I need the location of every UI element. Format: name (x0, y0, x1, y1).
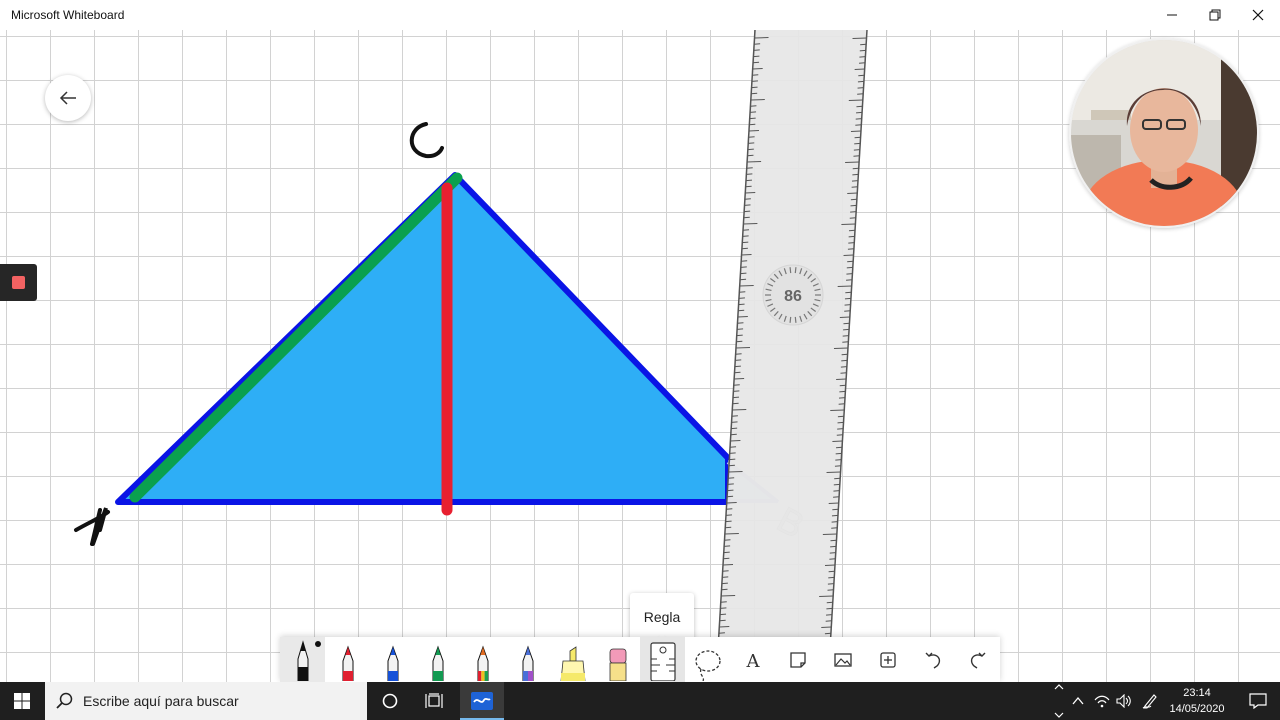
tool-settings-dot[interactable] (315, 641, 321, 647)
taskbar-scroll[interactable] (1052, 684, 1066, 718)
whiteboard-taskbar-app[interactable] (460, 682, 504, 720)
clock-date: 14/05/2020 (1169, 703, 1225, 715)
restore-icon (1209, 9, 1221, 21)
volume-button[interactable] (1112, 682, 1136, 720)
window-title: Microsoft Whiteboard (11, 8, 125, 22)
close-button[interactable] (1236, 0, 1280, 30)
taskbar-search[interactable]: Escribe aquí para buscar (45, 682, 367, 720)
image-icon (833, 652, 852, 667)
tool-redo[interactable] (955, 637, 1000, 682)
taskbar-clock[interactable]: 23:14 14/05/2020 (1164, 685, 1230, 717)
pen-icon (297, 639, 308, 681)
text-icon: A (745, 651, 760, 671)
add-icon (879, 651, 896, 668)
clock-time: 23:14 (1183, 687, 1211, 699)
windows-taskbar: Escribe aquí para buscar 23:14 14/05/202… (0, 682, 1280, 720)
wifi-icon (1094, 695, 1110, 708)
pen-icon (522, 645, 533, 681)
tool-pen-galaxy[interactable] (505, 637, 550, 682)
notification-icon (1249, 693, 1267, 709)
tool-highlighter[interactable] (550, 637, 595, 682)
tool-pen-rainbow[interactable] (460, 637, 505, 682)
tool-ruler[interactable] (640, 637, 685, 682)
action-center-button[interactable] (1236, 682, 1280, 720)
close-icon (1252, 9, 1264, 21)
search-icon (56, 692, 73, 709)
search-placeholder: Escribe aquí para buscar (83, 693, 239, 709)
text-tool-glyph: A (745, 651, 760, 671)
tool-pen-blue[interactable] (370, 637, 415, 682)
chevron-down-icon (1054, 712, 1064, 718)
speaker-icon (1116, 694, 1131, 708)
start-button[interactable] (0, 682, 44, 720)
ruler-tooltip: Regla (630, 593, 694, 641)
pen-workspace-icon (1142, 694, 1157, 709)
pen-icon (477, 645, 488, 681)
pen-icon (432, 645, 443, 681)
webcam-video (1071, 40, 1257, 226)
tool-pen-black[interactable] (280, 637, 325, 682)
task-view-button[interactable] (412, 682, 456, 720)
tool-sticky-note[interactable] (775, 637, 820, 682)
tool-pen-green[interactable] (415, 637, 460, 682)
ruler-tool[interactable]: 86 (715, 30, 868, 682)
triangle-shape[interactable] (115, 172, 731, 505)
tooltip-text: Regla (643, 609, 681, 625)
record-button[interactable] (0, 264, 37, 301)
tool-image[interactable] (820, 637, 865, 682)
windows-logo-icon (14, 693, 30, 709)
tool-undo[interactable] (910, 637, 955, 682)
pen-icon (342, 645, 353, 681)
tool-lasso[interactable] (685, 637, 730, 682)
redo-icon (970, 652, 985, 669)
cortana-icon (382, 693, 398, 709)
label-c-ink (409, 122, 444, 159)
whiteboard-app-icon (471, 692, 493, 710)
highlighter-icon (560, 645, 585, 681)
whiteboard-canvas[interactable]: C A B 86 (0, 30, 1280, 682)
ruler-angle-readout: 86 (784, 288, 802, 305)
pen-workspace-button[interactable] (1138, 682, 1162, 720)
chevron-up-icon (1054, 684, 1064, 690)
tool-pen-red[interactable] (325, 637, 370, 682)
tool-eraser[interactable] (595, 637, 640, 682)
restore-button[interactable] (1193, 0, 1237, 30)
lasso-icon (694, 649, 721, 681)
stop-record-icon (12, 276, 25, 289)
cortana-button[interactable] (368, 682, 412, 720)
pen-icon (387, 645, 398, 681)
minimize-button[interactable] (1150, 0, 1194, 30)
sticky-note-icon (789, 651, 806, 668)
arrow-left-icon (59, 91, 76, 105)
tool-add[interactable] (865, 637, 910, 682)
eraser-icon (609, 648, 626, 681)
show-hidden-icons-button[interactable] (1066, 682, 1090, 720)
chevron-up-icon (1072, 697, 1084, 705)
back-button[interactable] (45, 75, 91, 121)
network-button[interactable] (1090, 682, 1114, 720)
undo-icon (925, 652, 940, 669)
minimize-icon (1167, 14, 1177, 16)
ruler-icon (649, 641, 676, 681)
tool-text[interactable]: A (730, 637, 775, 682)
title-bar: Microsoft Whiteboard (0, 0, 1280, 30)
inking-toolbar: A (280, 637, 1000, 682)
webcam-overlay (1069, 38, 1259, 228)
task-view-icon (425, 693, 443, 708)
